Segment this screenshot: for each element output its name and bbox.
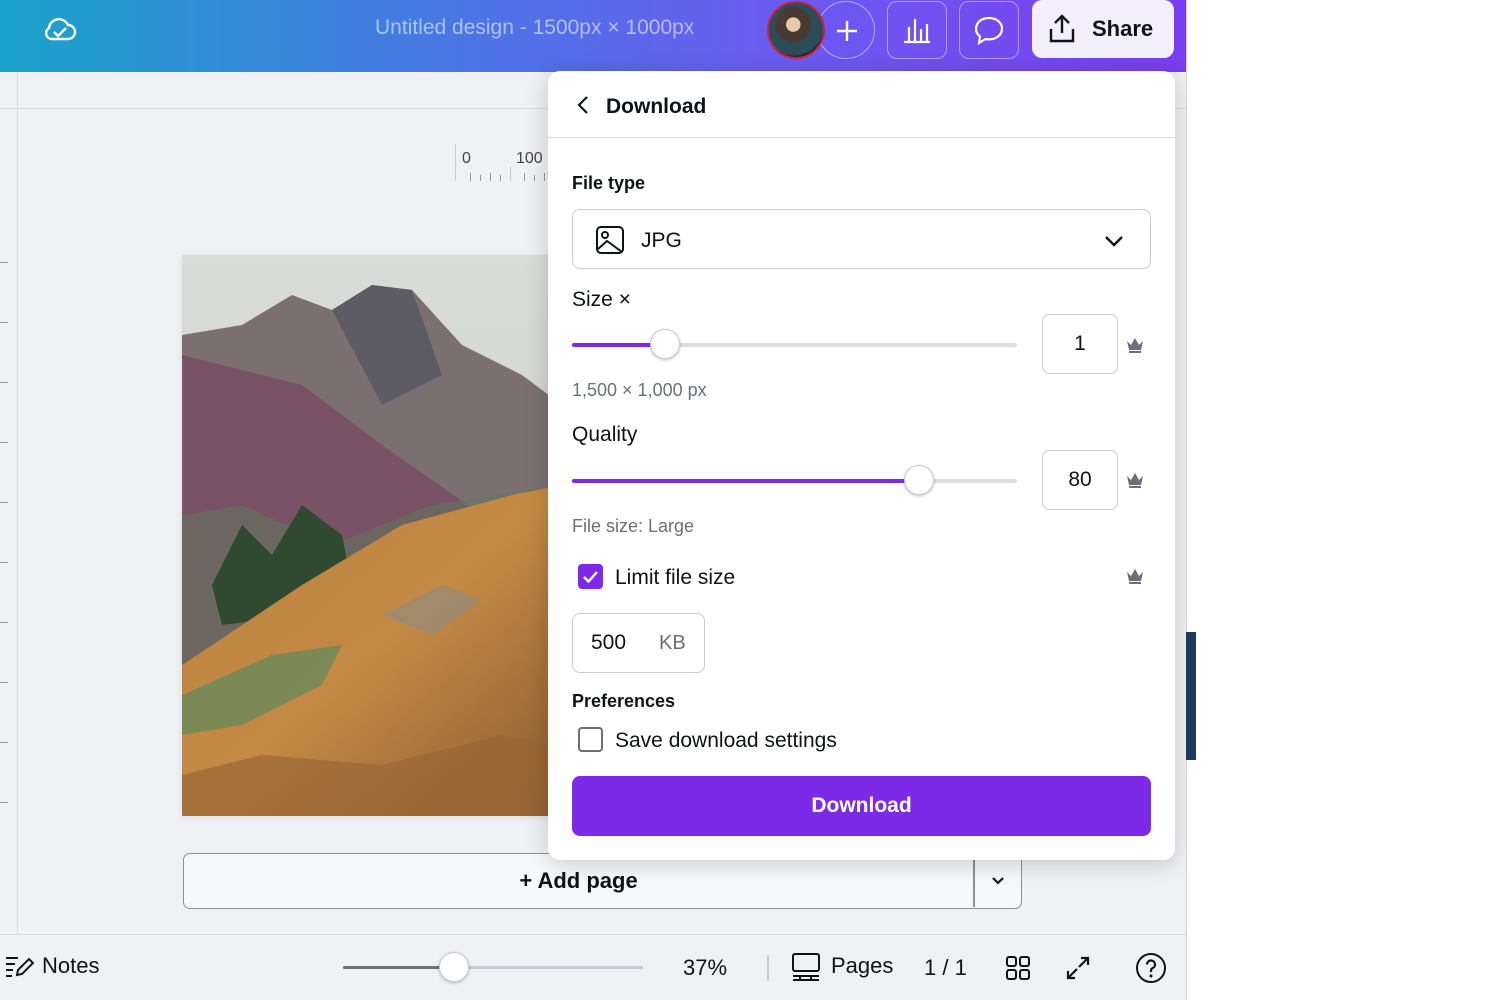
help-button[interactable] — [1134, 951, 1168, 985]
size-label: Size × — [572, 288, 631, 311]
size-slider-thumb[interactable] — [650, 329, 680, 359]
image-icon — [596, 226, 624, 254]
size-slider[interactable] — [572, 329, 1017, 359]
save-download-settings-checkbox[interactable] — [578, 727, 603, 752]
limit-file-size-label[interactable]: Limit file size — [615, 566, 735, 590]
top-bar: Untitled design - 1500px × 1000px Share — [0, 0, 1188, 72]
file-size-limit-input[interactable]: 500 KB — [572, 613, 705, 673]
file-size-text: File size: Large — [572, 516, 695, 536]
ruler-mark-100: 100 — [516, 150, 543, 167]
ruler-segment: 0 100 — [455, 144, 551, 181]
file-type-select[interactable]: JPG — [572, 209, 1151, 269]
ruler-mark-0: 0 — [462, 150, 471, 167]
zoom-slider[interactable] — [343, 952, 643, 982]
quality-slider[interactable] — [572, 465, 1017, 495]
notes-button[interactable]: Notes — [4, 953, 99, 979]
grid-view-icon — [1006, 956, 1030, 980]
avatar[interactable] — [767, 1, 825, 59]
download-button[interactable]: Download — [572, 776, 1151, 836]
document-title[interactable]: Untitled design - 1500px × 1000px — [375, 16, 694, 40]
ruler-tick — [490, 173, 491, 181]
preferences-label: Preferences — [572, 691, 676, 711]
mountain-landscape-image — [182, 255, 562, 816]
ruler-tick — [0, 802, 8, 803]
ruler-tick — [0, 382, 8, 383]
help-icon — [1136, 953, 1166, 983]
ruler-tick — [0, 262, 8, 263]
limit-file-size-checkbox[interactable] — [578, 564, 603, 589]
ruler-left — [0, 72, 18, 934]
editor-app: Untitled design - 1500px × 1000px Share — [0, 0, 1188, 1000]
ruler-tick — [470, 173, 471, 181]
ruler-tick — [480, 175, 481, 181]
add-collaborator-button[interactable] — [817, 1, 875, 59]
bottom-bar: Notes 37% Pages 1 / 1 — [0, 934, 1188, 1000]
share-label: Share — [1092, 16, 1154, 41]
notes-icon — [6, 957, 34, 977]
ruler-tick — [0, 562, 8, 563]
analytics-icon — [904, 19, 930, 44]
add-page-button[interactable]: + Add page — [184, 854, 973, 907]
notes-label: Notes — [42, 953, 100, 978]
quality-slider-thumb[interactable] — [904, 465, 934, 495]
dimensions-text: 1,500 × 1,000 px — [572, 380, 707, 400]
zoom-slider-fill — [343, 966, 454, 969]
checkmark-icon — [583, 571, 598, 584]
back-arrow-icon[interactable] — [572, 93, 596, 117]
size-input[interactable]: 1 — [1042, 314, 1118, 374]
fullscreen-button[interactable] — [1061, 951, 1095, 985]
ruler-tick — [524, 173, 525, 181]
zoom-slider-thumb[interactable] — [439, 952, 469, 982]
comments-button[interactable] — [959, 1, 1019, 59]
zoom-percent[interactable]: 37% — [683, 955, 727, 981]
ruler-tick — [0, 682, 8, 683]
ruler-tick — [0, 742, 8, 743]
insights-button[interactable] — [887, 1, 947, 59]
file-type-label: File type — [572, 173, 646, 193]
download-panel: Download File type JPG Size × 1 1,500 × … — [548, 71, 1175, 860]
ruler-tick — [0, 502, 8, 503]
chevron-down-icon — [992, 876, 1004, 885]
crown-icon — [1127, 569, 1143, 584]
design-page-photo[interactable] — [182, 255, 562, 816]
quality-label: Quality — [572, 423, 638, 446]
expand-icon — [1066, 956, 1090, 980]
page-count: 1 / 1 — [924, 955, 967, 980]
grid-view-button[interactable] — [1001, 951, 1035, 985]
adjacent-window-edge — [1186, 0, 1196, 1000]
plus-icon — [837, 21, 857, 41]
share-upload-icon — [1049, 14, 1075, 43]
ruler-tick — [0, 442, 8, 443]
file-type-value: JPG — [641, 229, 682, 252]
ruler-tick — [500, 175, 501, 181]
file-size-limit-value: 500 — [591, 631, 627, 654]
crown-icon — [1127, 338, 1143, 353]
save-download-settings-label[interactable]: Save download settings — [615, 729, 837, 753]
ruler-tick — [544, 173, 545, 181]
quality-input[interactable]: 80 — [1042, 450, 1118, 510]
quality-slider-fill — [572, 479, 919, 483]
adjacent-window-fragment — [1186, 632, 1196, 760]
ruler-tick — [510, 167, 511, 181]
crown-icon — [1127, 473, 1143, 488]
comment-icon — [974, 16, 1004, 45]
ruler-tick — [534, 175, 535, 181]
ruler-tick — [0, 622, 8, 623]
divider — [767, 955, 769, 981]
chevron-down-icon — [1105, 236, 1123, 247]
panel-title: Download — [606, 95, 707, 118]
panel-header: Download — [548, 71, 1175, 138]
file-size-limit-unit: KB — [659, 632, 686, 654]
cloud-check-icon[interactable] — [40, 12, 80, 48]
share-button[interactable]: Share — [1032, 0, 1174, 58]
add-page-options-button[interactable] — [975, 854, 1021, 907]
pages-icon — [792, 953, 820, 981]
add-page-control: + Add page — [183, 853, 1022, 909]
pages-button[interactable]: Pages — [791, 951, 893, 981]
pages-label: Pages — [831, 953, 894, 978]
ruler-tick — [0, 322, 8, 323]
